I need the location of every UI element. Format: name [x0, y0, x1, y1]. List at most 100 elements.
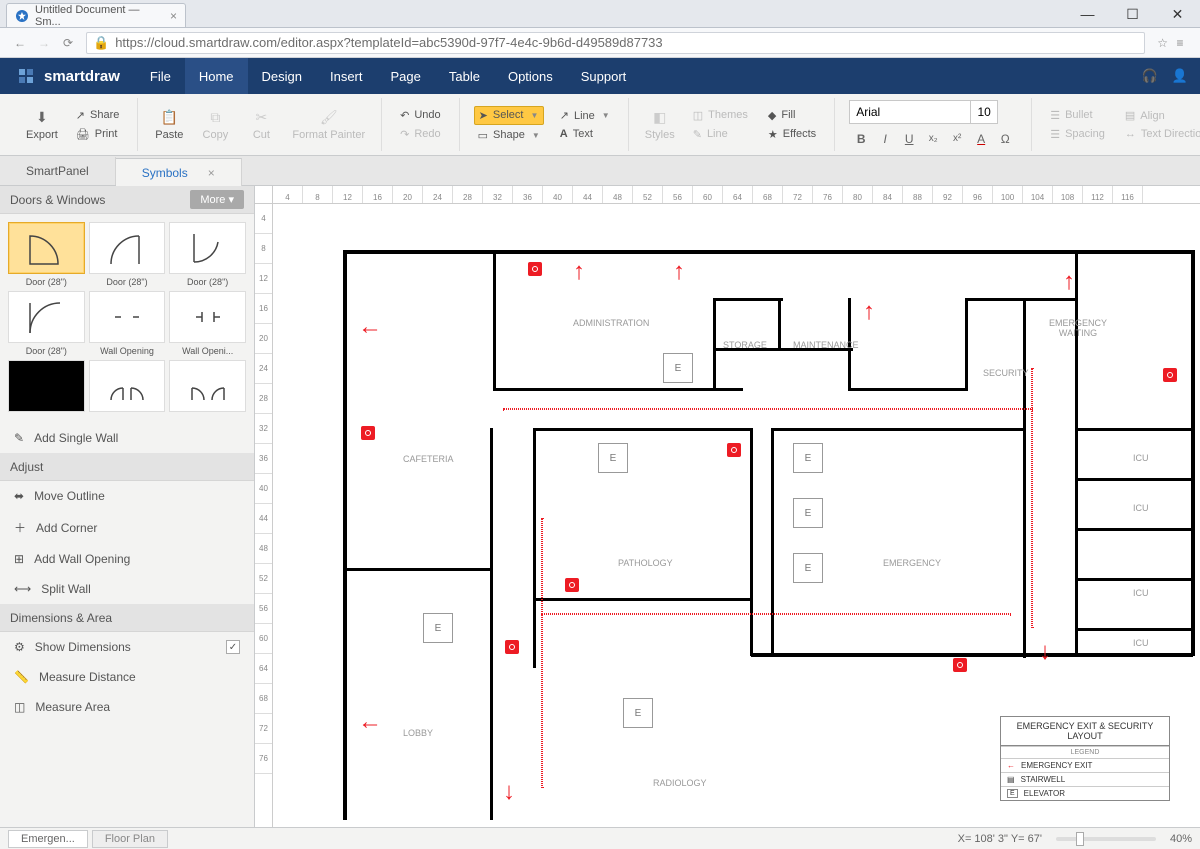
- zoom-slider[interactable]: [1056, 837, 1156, 841]
- spacing-button[interactable]: ☰Spacing: [1046, 126, 1109, 143]
- bookmark-icon[interactable]: ☆: [1157, 36, 1168, 50]
- move-icon: ⬌: [14, 489, 24, 503]
- align-icon: ▤: [1125, 109, 1135, 122]
- font-size-input[interactable]: [971, 101, 997, 123]
- font-name-field[interactable]: [849, 100, 971, 124]
- floor-plan[interactable]: ADMINISTRATION STORAGE MAINTENANCE SECUR…: [303, 218, 1190, 817]
- menu-insert[interactable]: Insert: [316, 58, 377, 94]
- symbol-button[interactable]: Ω: [997, 132, 1013, 146]
- menu-file[interactable]: File: [136, 58, 185, 94]
- export-icon: ⬇: [36, 109, 48, 127]
- symbol-door-2[interactable]: Door (28"): [89, 222, 166, 287]
- add-corner[interactable]: ＋Add Corner: [0, 511, 254, 544]
- bold-button[interactable]: B: [853, 132, 869, 146]
- format-painter-button[interactable]: 🖌Format Painter: [284, 98, 373, 151]
- window-maximize[interactable]: ☐: [1110, 0, 1155, 28]
- copy-button[interactable]: ⧉Copy: [192, 98, 238, 151]
- redo-button[interactable]: ↷Redo: [396, 126, 445, 143]
- nav-reload-icon[interactable]: ⟳: [56, 31, 80, 55]
- sheet-tab-active[interactable]: Emergen...: [8, 830, 88, 848]
- url-field[interactable]: 🔒 https://cloud.smartdraw.com/editor.asp…: [86, 32, 1145, 54]
- font-size-field[interactable]: [971, 100, 998, 124]
- text-tool[interactable]: AText: [556, 126, 614, 142]
- more-button[interactable]: More ▾: [190, 190, 244, 209]
- subscript-button[interactable]: x₂: [925, 133, 941, 144]
- window-close[interactable]: ✕: [1155, 0, 1200, 28]
- area-icon: ◫: [14, 700, 25, 714]
- user-icon[interactable]: 👤: [1172, 68, 1188, 84]
- alarm-point: [953, 658, 967, 672]
- styles-button[interactable]: ◧Styles: [637, 98, 683, 151]
- text-direction-button[interactable]: ↔Text Direction: [1121, 126, 1200, 142]
- symbol-wall-opening-1[interactable]: Wall Opening: [89, 291, 166, 356]
- add-wall-opening[interactable]: ⊞Add Wall Opening: [0, 544, 254, 574]
- browser-tab[interactable]: Untitled Document — Sm... ×: [6, 3, 186, 27]
- symbol-door-1[interactable]: Door (28"): [8, 222, 85, 287]
- menu-home[interactable]: Home: [185, 58, 248, 94]
- select-tool[interactable]: ➤Select▼: [474, 106, 544, 125]
- tab-symbols-close-icon[interactable]: ×: [208, 166, 215, 180]
- logo-icon: [16, 66, 36, 86]
- canvas-area[interactable]: 4812162024283236404448525660646872768084…: [255, 186, 1200, 827]
- tab-symbols[interactable]: Symbols×: [116, 158, 242, 186]
- paste-button[interactable]: 📋Paste: [146, 98, 192, 151]
- browser-menu-icon[interactable]: ≡: [1168, 31, 1192, 55]
- canvas[interactable]: ADMINISTRATION STORAGE MAINTENANCE SECUR…: [273, 204, 1200, 827]
- legend-box: EMERGENCY EXIT & SECURITY LAYOUT LEGEND …: [1000, 716, 1170, 801]
- effects-button[interactable]: ★Effects: [764, 126, 820, 143]
- underline-button[interactable]: U: [901, 132, 917, 146]
- cursor-icon: ➤: [479, 109, 488, 122]
- symbol-double-door-1[interactable]: [89, 360, 166, 415]
- symbol-door-4[interactable]: Door (28"): [8, 291, 85, 356]
- sheet-tab-floorplan[interactable]: Floor Plan: [92, 830, 168, 848]
- browser-tab-title: Untitled Document — Sm...: [35, 4, 160, 28]
- menu-support[interactable]: Support: [567, 58, 641, 94]
- pencil-icon: ✎: [14, 431, 24, 445]
- move-outline[interactable]: ⬌Move Outline: [0, 481, 254, 511]
- menu-page[interactable]: Page: [377, 58, 435, 94]
- share-button[interactable]: ↗Share: [72, 107, 124, 124]
- symbol-door-3[interactable]: Door (28"): [169, 222, 246, 287]
- shape-tool[interactable]: ▭Shape▼: [474, 127, 544, 144]
- tab-smartpanel[interactable]: SmartPanel: [0, 157, 116, 185]
- nav-forward-icon[interactable]: →: [32, 31, 56, 55]
- symbol-solid[interactable]: [8, 360, 85, 415]
- menu-design[interactable]: Design: [248, 58, 316, 94]
- symbol-double-door-2[interactable]: [169, 360, 246, 415]
- app-logo[interactable]: smartdraw: [0, 66, 136, 86]
- measure-area[interactable]: ◫Measure Area: [0, 692, 254, 722]
- add-single-wall[interactable]: ✎Add Single Wall: [0, 423, 254, 453]
- superscript-button[interactable]: x²: [949, 133, 965, 144]
- zoom-knob[interactable]: [1076, 832, 1084, 846]
- italic-button[interactable]: I: [877, 132, 893, 146]
- show-dimensions[interactable]: ⚙Show Dimensions✓: [0, 632, 254, 662]
- menu-options[interactable]: Options: [494, 58, 567, 94]
- split-wall[interactable]: ⟷Split Wall: [0, 574, 254, 604]
- bullet-button[interactable]: ☰Bullet: [1046, 107, 1109, 124]
- themes-button[interactable]: ◫Themes: [689, 107, 752, 124]
- align-button[interactable]: ▤Align: [1121, 107, 1200, 124]
- text-icon: A: [560, 128, 568, 140]
- line-style-button[interactable]: ✎Line: [689, 126, 752, 143]
- undo-button[interactable]: ↶Undo: [396, 107, 445, 124]
- paste-icon: 📋: [161, 109, 178, 127]
- nav-back-icon[interactable]: ←: [8, 31, 32, 55]
- fill-button[interactable]: ◆Fill: [764, 107, 820, 124]
- measure-distance[interactable]: 📏Measure Distance: [0, 662, 254, 692]
- window-minimize[interactable]: —: [1065, 0, 1110, 28]
- pen-icon: ✎: [693, 128, 702, 141]
- lock-icon: 🔒: [93, 35, 109, 51]
- exit-arrow: ←: [358, 708, 382, 736]
- line-tool[interactable]: ↗Line▼: [556, 107, 614, 124]
- font-name-input[interactable]: [850, 101, 970, 123]
- cut-button[interactable]: ✂Cut: [238, 98, 284, 151]
- fill-icon: ◆: [768, 109, 776, 122]
- symbol-wall-opening-2[interactable]: Wall Openi...: [169, 291, 246, 356]
- print-button[interactable]: 🖨Print: [72, 126, 124, 143]
- show-dimensions-checkbox[interactable]: ✓: [226, 640, 240, 654]
- export-button[interactable]: ⬇Export: [18, 98, 66, 151]
- tab-close-icon[interactable]: ×: [170, 9, 177, 23]
- font-color-button[interactable]: A: [973, 132, 989, 146]
- menu-table[interactable]: Table: [435, 58, 494, 94]
- help-icon[interactable]: 🎧: [1142, 68, 1158, 84]
